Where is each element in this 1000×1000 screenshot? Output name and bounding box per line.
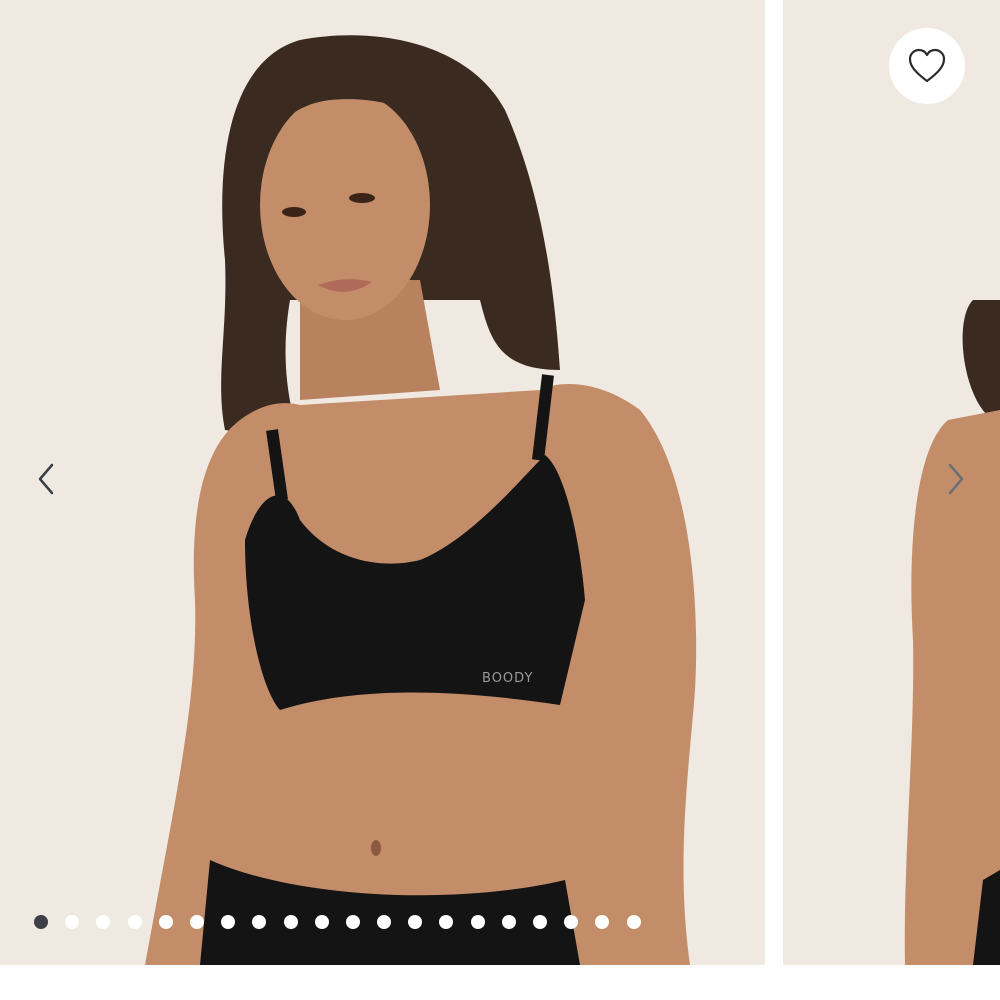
chevron-left-icon	[38, 463, 54, 495]
bra-brand-mark: BOODY	[482, 671, 533, 686]
product-image-gallery: BOODY	[0, 0, 1000, 965]
pagination-dot[interactable]	[65, 915, 80, 929]
pagination-dot[interactable]	[252, 915, 267, 929]
pagination-dot[interactable]	[501, 915, 516, 929]
pagination-dot[interactable]	[533, 915, 547, 929]
pagination-dot-active[interactable]	[34, 915, 48, 929]
pagination-dot[interactable]	[564, 915, 579, 929]
pagination-dot[interactable]	[96, 915, 111, 929]
pagination-dot[interactable]	[221, 915, 236, 929]
page-below-gallery	[0, 965, 1000, 1000]
pagination-dot[interactable]	[189, 915, 204, 929]
pagination-dot[interactable]	[283, 915, 298, 929]
image-pagination	[34, 915, 641, 929]
pagination-dot[interactable]	[127, 915, 142, 929]
wishlist-button[interactable]	[889, 28, 965, 104]
pagination-dot[interactable]	[345, 915, 360, 929]
heart-outline-icon	[908, 48, 946, 83]
previous-image-button[interactable]	[26, 459, 66, 499]
model-photo: BOODY	[0, 0, 765, 965]
pagination-dot[interactable]	[408, 915, 423, 929]
pagination-dot[interactable]	[470, 915, 485, 929]
pagination-dot[interactable]	[158, 915, 173, 929]
chevron-right-icon	[948, 463, 964, 495]
pagination-dot[interactable]	[439, 915, 454, 929]
next-image-button[interactable]	[936, 459, 976, 499]
pagination-dot[interactable]	[314, 915, 329, 929]
pagination-dot[interactable]	[377, 915, 392, 929]
product-image-main: BOODY	[0, 0, 765, 965]
pagination-dot[interactable]	[626, 915, 641, 929]
pagination-dot[interactable]	[595, 915, 610, 929]
